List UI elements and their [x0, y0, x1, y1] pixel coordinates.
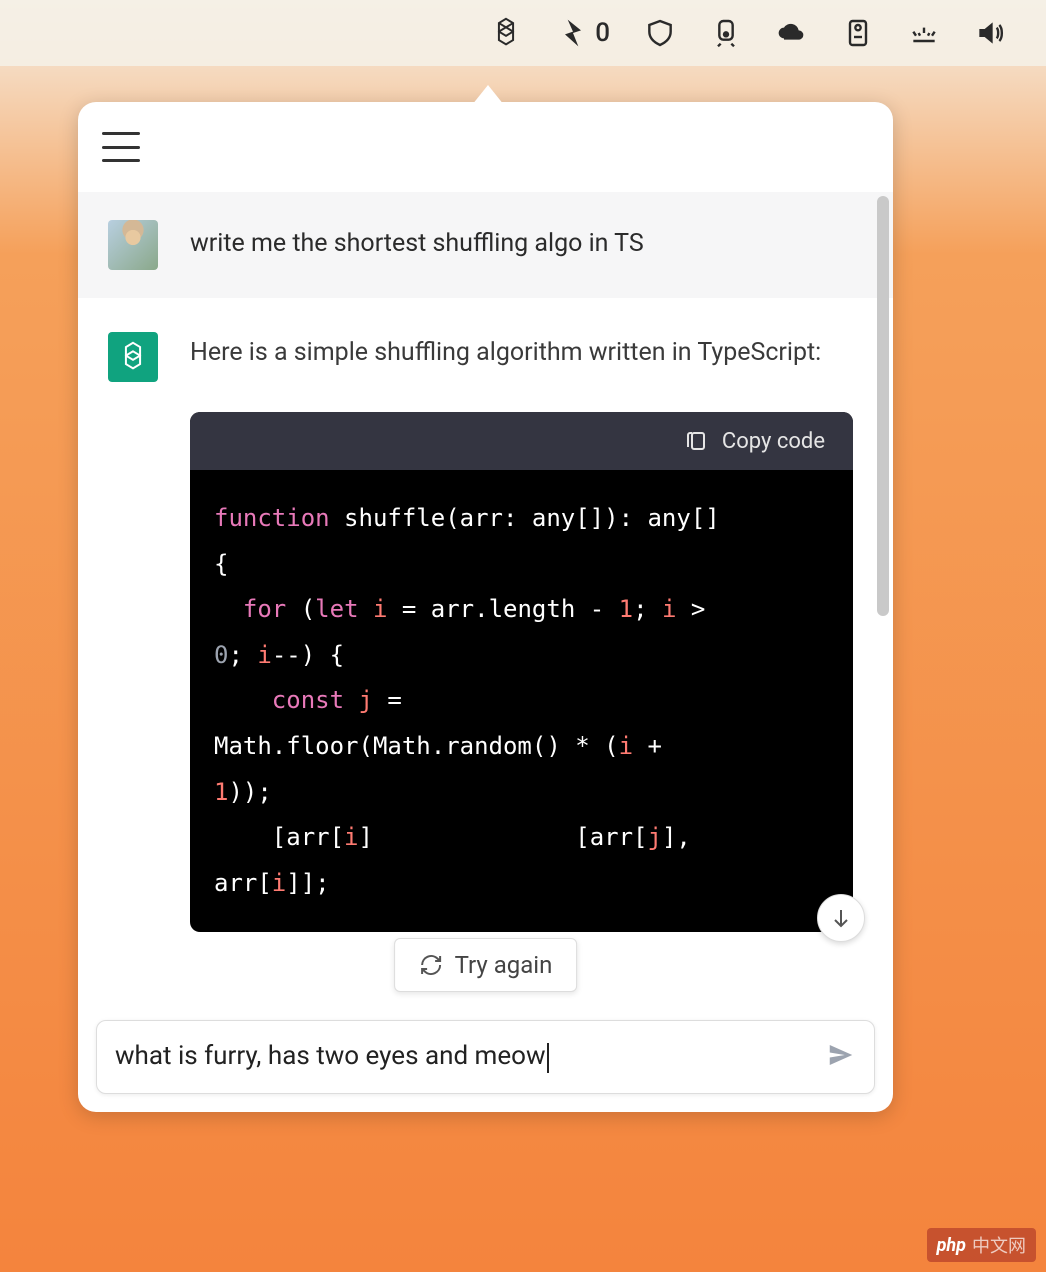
watermark-brand: php: [937, 1235, 966, 1256]
menu-icon[interactable]: [102, 132, 140, 162]
try-again-label: Try again: [455, 951, 553, 979]
assistant-avatar: [108, 332, 158, 382]
chat-popup: write me the shortest shuffling algo in …: [78, 102, 893, 1112]
scroll-to-bottom-button[interactable]: [817, 894, 865, 942]
text-cursor: [547, 1043, 549, 1073]
openai-icon[interactable]: [489, 16, 523, 50]
brightness-icon[interactable]: [908, 17, 940, 49]
shield-icon[interactable]: [644, 17, 676, 49]
user-avatar: [108, 220, 158, 270]
watermark-site: 中文网: [972, 1232, 1026, 1258]
cloud-icon[interactable]: [776, 17, 808, 49]
popover-caret: [472, 85, 504, 105]
chat-scroll-area[interactable]: write me the shortest shuffling algo in …: [78, 192, 893, 1112]
volume-icon[interactable]: [974, 17, 1006, 49]
code-content[interactable]: function shuffle(arr: any[]): any[] { fo…: [190, 470, 853, 932]
badge-icon[interactable]: [842, 17, 874, 49]
scrollbar-thumb[interactable]: [877, 196, 889, 616]
code-block: Copy code function shuffle(arr: any[]): …: [190, 412, 853, 932]
try-again-button[interactable]: Try again: [394, 938, 578, 992]
user-message-row: write me the shortest shuffling algo in …: [78, 192, 893, 298]
message-input[interactable]: what is furry, has two eyes and meow: [115, 1041, 826, 1072]
bolt-indicator[interactable]: 0: [557, 17, 610, 49]
user-message-text: write me the shortest shuffling algo in …: [190, 220, 644, 261]
transit-icon[interactable]: [710, 17, 742, 49]
assistant-message-row: Here is a simple shuffling algorithm wri…: [78, 298, 893, 382]
send-button[interactable]: [826, 1040, 856, 1074]
copy-code-button[interactable]: Copy code: [190, 412, 853, 470]
popup-header: [78, 102, 893, 192]
macos-menubar: 0: [0, 0, 1046, 66]
message-input-row: what is furry, has two eyes and meow: [96, 1020, 875, 1094]
assistant-intro-text: Here is a simple shuffling algorithm wri…: [190, 332, 821, 375]
watermark: php 中文网: [927, 1228, 1036, 1262]
bolt-count: 0: [595, 18, 610, 48]
copy-code-label: Copy code: [722, 429, 825, 454]
